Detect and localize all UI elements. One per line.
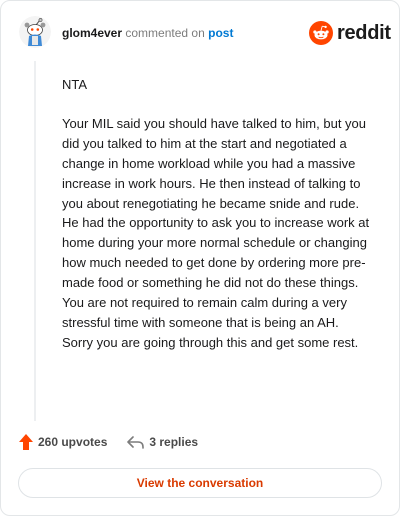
brand-name: reddit — [337, 21, 391, 44]
snoo-avatar-icon — [19, 16, 51, 48]
reddit-alien-icon — [309, 21, 333, 45]
comment-header: glom4ever commented on post — [62, 26, 233, 41]
comment-card: glom4ever commented on post reddit NTA Y… — [0, 0, 400, 516]
upvote-button[interactable]: 260 upvotes — [19, 434, 107, 450]
comment-actions: 260 upvotes 3 replies — [19, 434, 198, 450]
upvote-arrow-icon — [19, 434, 33, 450]
replies-button[interactable]: 3 replies — [127, 435, 198, 449]
user-avatar[interactable] — [19, 16, 51, 48]
upvote-count: 260 upvotes — [38, 435, 108, 449]
thread-line — [34, 61, 36, 421]
username[interactable]: glom4ever — [62, 26, 122, 40]
reply-arrow-icon — [127, 435, 145, 449]
comment-text: Your MIL said you should have talked to … — [62, 115, 370, 350]
commented-on-label: commented on — [125, 26, 205, 40]
post-link[interactable]: post — [208, 26, 233, 40]
view-conversation-button[interactable]: View the conversation — [18, 468, 382, 498]
reddit-logo[interactable]: reddit — [309, 21, 391, 45]
comment-body: NTA Your MIL said you should have talked… — [62, 75, 372, 353]
comment-verdict: NTA — [62, 77, 88, 92]
replies-count: 3 replies — [149, 435, 199, 449]
